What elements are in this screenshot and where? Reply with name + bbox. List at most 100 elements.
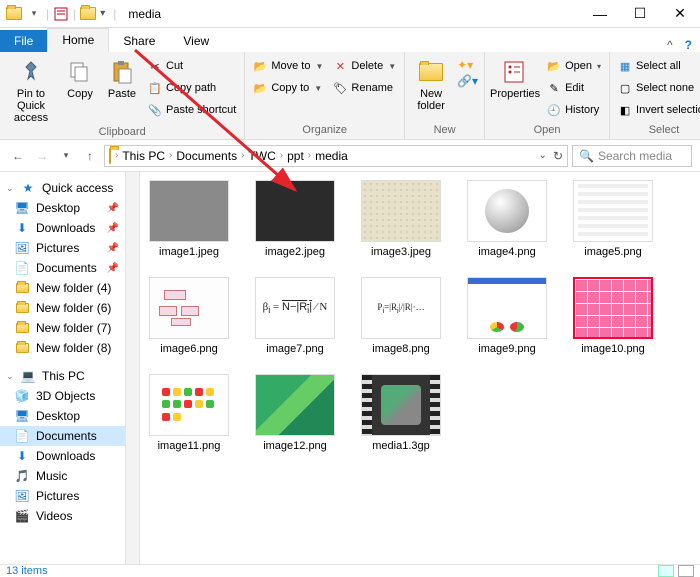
sidebar-item-folder[interactable]: New folder (8) [0, 338, 139, 358]
up-button[interactable]: ↑ [80, 146, 100, 166]
scrollbar[interactable] [125, 172, 139, 564]
move-to-button[interactable]: 📂Move to▼ [251, 56, 325, 76]
maximize-button[interactable]: ☐ [620, 0, 660, 28]
new-item-icon[interactable]: ✦▾ [457, 58, 478, 72]
easy-access-icon[interactable]: 🔗▾ [457, 74, 478, 88]
icons-view-button[interactable] [678, 565, 694, 577]
paste-shortcut-button[interactable]: 📎Paste shortcut [146, 100, 238, 120]
sidebar-item-folder[interactable]: New folder (6) [0, 298, 139, 318]
folder-icon [14, 320, 30, 336]
quick-access-toolbar: ▾ | | ▾ | [0, 6, 120, 22]
ribbon-collapse-icon[interactable]: ^ [667, 38, 673, 52]
sidebar-quick-access[interactable]: ⌄★Quick access [0, 178, 139, 198]
file-item[interactable]: Pi=|Ri|/|R|·…image8.png [356, 277, 446, 356]
sidebar-item-desktop[interactable]: 🖥Desktop📌 [0, 198, 139, 218]
paste-button[interactable]: Paste [104, 56, 140, 100]
tab-home[interactable]: Home [47, 28, 109, 52]
chevron-right-icon[interactable]: › [167, 150, 174, 161]
file-item[interactable]: image2.jpeg [250, 180, 340, 259]
new-folder-button[interactable]: New folder [411, 56, 451, 112]
tab-file[interactable]: File [0, 30, 47, 52]
window-controls: — ☐ ✕ [580, 0, 700, 28]
rename-button[interactable]: 🏷Rename [331, 78, 398, 98]
file-item[interactable]: image10.png [568, 277, 658, 356]
sidebar-item-downloads[interactable]: ⬇Downloads [0, 446, 139, 466]
delete-button[interactable]: ✕Delete▼ [331, 56, 398, 76]
address-dropdown-icon[interactable]: ⌄ [539, 150, 547, 161]
file-item[interactable]: βi = N−|Ri| ⁄ Nimage7.png [250, 277, 340, 356]
copy-to-button[interactable]: 📂Copy to▼ [251, 78, 325, 98]
breadcrumb[interactable]: › This PC› Documents› TWC› ppt› media ⌄ … [104, 145, 568, 167]
sidebar-item-folder[interactable]: New folder (4) [0, 278, 139, 298]
properties-button[interactable]: Properties [491, 56, 539, 100]
chevron-down-icon: ▾ [596, 62, 601, 71]
sidebar-item-downloads[interactable]: ⬇Downloads📌 [0, 218, 139, 238]
group-label: Clipboard [6, 124, 238, 141]
group-open: Properties 📂Open▾ ✎Edit 🕘History Open [485, 52, 610, 139]
file-item[interactable]: image9.png [462, 277, 552, 356]
file-item[interactable]: media1.3gp [356, 374, 446, 453]
history-button[interactable]: 🕘History [545, 100, 603, 120]
chevron-down-icon: ▼ [313, 84, 322, 93]
crumb-documents[interactable]: Documents [176, 149, 237, 163]
crumb-twc[interactable]: TWC [248, 149, 275, 163]
close-button[interactable]: ✕ [660, 0, 700, 28]
file-item[interactable]: image1.jpeg [144, 180, 234, 259]
details-view-button[interactable] [658, 565, 674, 577]
tab-share[interactable]: Share [109, 30, 169, 52]
chevron-right-icon[interactable]: › [306, 150, 313, 161]
sidebar-this-pc[interactable]: ⌄💻This PC [0, 366, 139, 386]
copy-button[interactable]: Copy [62, 56, 98, 100]
chevron-right-icon[interactable]: › [113, 150, 120, 161]
crumb-media[interactable]: media [315, 149, 348, 163]
pictures-icon: 🖼 [14, 240, 30, 256]
divider: | [46, 7, 49, 21]
qat-dropdown-icon[interactable]: ▾ [26, 6, 42, 22]
file-item[interactable]: image11.png [144, 374, 234, 453]
sidebar-item-pictures[interactable]: 🖼Pictures [0, 486, 139, 506]
qat-chevron-icon[interactable]: ▾ [100, 8, 105, 19]
file-grid: image1.jpeg image2.jpeg image3.jpegimage4.… [144, 180, 696, 453]
chevron-right-icon[interactable]: › [278, 150, 285, 161]
file-item[interactable]: image5.png [568, 180, 658, 259]
file-content-area[interactable]: image1.jpeg image2.jpeg image3.jpegimage4.… [140, 172, 700, 564]
address-bar: ← → ▾ ↑ › This PC› Documents› TWC› ppt› … [0, 140, 700, 172]
crumb-ppt[interactable]: ppt [287, 149, 304, 163]
select-all-button[interactable]: ▦Select all [616, 56, 700, 76]
recent-dropdown-icon[interactable]: ▾ [56, 146, 76, 166]
forward-button[interactable]: → [32, 146, 52, 166]
file-thumbnail [149, 277, 229, 339]
crumb-this-pc[interactable]: This PC [122, 149, 165, 163]
properties-qat-icon[interactable] [53, 6, 69, 22]
minimize-button[interactable]: — [580, 0, 620, 28]
sidebar-item-3d[interactable]: 🧊3D Objects [0, 386, 139, 406]
invert-selection-button[interactable]: ◧Invert selection [616, 100, 700, 120]
sidebar-item-desktop[interactable]: 🖥Desktop [0, 406, 139, 426]
group-new: New folder ✦▾ 🔗▾ New [405, 52, 485, 139]
sidebar-item-videos[interactable]: 🎬Videos [0, 506, 139, 526]
cube-icon: 🧊 [14, 388, 30, 404]
sidebar-item-music[interactable]: 🎵Music [0, 466, 139, 486]
file-label: image2.jpeg [265, 246, 325, 259]
cut-button[interactable]: ✂Cut [146, 56, 238, 76]
file-item[interactable]: image12.png [250, 374, 340, 453]
select-none-button[interactable]: ▢Select none [616, 78, 700, 98]
pin-to-quick-access-button[interactable]: Pin to Quick access [6, 56, 56, 124]
tab-view[interactable]: View [169, 30, 223, 52]
file-item[interactable]: image6.png [144, 277, 234, 356]
back-button[interactable]: ← [8, 146, 28, 166]
file-item[interactable]: image4.png [462, 180, 552, 259]
sidebar-item-folder[interactable]: New folder (7) [0, 318, 139, 338]
help-icon[interactable]: ? [685, 38, 692, 52]
chevron-right-icon[interactable]: › [239, 150, 246, 161]
edit-button[interactable]: ✎Edit [545, 78, 603, 98]
open-button[interactable]: 📂Open▾ [545, 56, 603, 76]
sidebar-item-documents[interactable]: 📄Documents [0, 426, 139, 446]
search-input[interactable]: 🔍 Search media [572, 145, 692, 167]
copy-path-button[interactable]: 📋Copy path [146, 78, 238, 98]
sidebar-item-documents[interactable]: 📄Documents📌 [0, 258, 139, 278]
folder-icon [14, 340, 30, 356]
refresh-button[interactable]: ↻ [553, 149, 563, 163]
sidebar-item-pictures[interactable]: 🖼Pictures📌 [0, 238, 139, 258]
file-item[interactable]: image3.jpeg [356, 180, 446, 259]
